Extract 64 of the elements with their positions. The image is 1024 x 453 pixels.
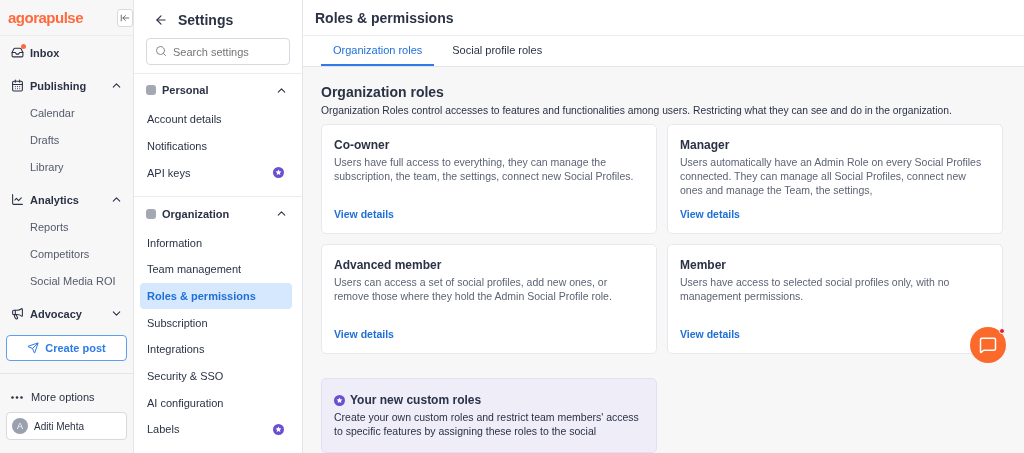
view-details-link[interactable]: View details <box>680 328 740 340</box>
megaphone-icon <box>11 307 24 320</box>
arrow-to-line-icon <box>120 12 130 23</box>
chat-icon <box>979 336 997 354</box>
dots-icon <box>11 395 23 399</box>
settings-item[interactable]: Integrations <box>140 336 292 363</box>
settings-item[interactable]: Subscription <box>140 309 292 336</box>
nav-subitem[interactable]: Social Media ROI <box>0 267 133 294</box>
nav-subitem[interactable]: Drafts <box>0 126 133 153</box>
settings-section-header[interactable]: Personal <box>134 73 302 107</box>
section-description: Organization Roles control accesses to features and functionalities among users. Restricting what they can see and do in the organization. <box>321 105 953 116</box>
calendar-icon <box>11 79 24 92</box>
user-avatar: A <box>12 418 28 434</box>
nav-item[interactable]: Advocacy <box>0 300 133 327</box>
settings-item[interactable]: Account details <box>140 106 292 133</box>
nav-subitem[interactable]: Competitors <box>0 240 133 267</box>
role-description: Users have access to selected social profiles only, with no management permissions. <box>680 275 951 304</box>
section-heading: Organization roles <box>321 84 445 100</box>
role-description: Users can access a set of social profiles, add new ones, or remove those where they hold the Admin Social Profile role. <box>334 275 613 304</box>
brand-logo: agorapulse <box>8 9 84 26</box>
send-icon <box>27 342 40 354</box>
collapse-sidebar-button[interactable] <box>117 8 133 27</box>
nav-subitem[interactable]: Library <box>0 153 133 180</box>
role-title: Co-owner <box>334 138 391 152</box>
role-title: Manager <box>680 138 731 152</box>
line-chart-icon <box>11 193 24 206</box>
user-name: Aditi Mehta <box>34 420 85 432</box>
settings-item[interactable]: API keys <box>140 159 292 186</box>
tab[interactable]: Organization roles <box>321 36 435 66</box>
nav-item[interactable]: Publishing <box>0 72 133 99</box>
search-field[interactable]: Search settings <box>146 38 290 65</box>
role-description: Users have full access to everything, they can manage the subscription, the team, the settings, connect new Social Profiles. <box>334 155 635 184</box>
nav-subitem[interactable]: Reports <box>0 213 133 240</box>
tab[interactable]: Social profile roles <box>440 36 555 66</box>
more-options-item[interactable]: More options <box>0 382 133 412</box>
view-details-link[interactable]: View details <box>334 328 394 340</box>
settings-item[interactable]: Roles & permissions <box>140 283 292 309</box>
section-icon <box>146 208 156 219</box>
settings-item[interactable]: Notifications <box>140 133 292 159</box>
settings-item[interactable]: Information <box>140 229 292 256</box>
custom-roles-description: Create your own custom roles and restrict team members' access to specific features by assigning these roles to the social <box>334 410 640 438</box>
settings-item[interactable]: Labels <box>140 416 292 443</box>
settings-item[interactable]: Team management <box>140 256 292 283</box>
star-badge-icon <box>334 394 345 406</box>
role-description: Users automatically have an Admin Role on every Social Profiles connected. They can manage all Social Profiles, connect new ones and manage the Team, the settings, <box>680 155 983 197</box>
role-title: Advanced member <box>334 258 443 272</box>
settings-item[interactable]: Security & SSO <box>140 363 292 389</box>
settings-item[interactable]: AI configuration <box>140 389 292 416</box>
page-title: Roles & permissions <box>315 9 454 26</box>
create-post-button[interactable]: Create post <box>6 335 127 361</box>
nav-subitem[interactable]: Calendar <box>0 99 133 126</box>
nav-item[interactable]: Analytics <box>0 186 133 213</box>
search-icon <box>155 45 167 57</box>
settings-section-header[interactable]: Organization <box>134 196 302 230</box>
view-details-link[interactable]: View details <box>334 208 394 220</box>
back-arrow-icon[interactable] <box>154 13 168 27</box>
custom-roles-title: Your new custom roles <box>350 393 482 407</box>
nav-item[interactable]: Inbox <box>0 39 133 66</box>
view-details-link[interactable]: View details <box>680 208 740 220</box>
section-icon <box>146 85 156 96</box>
user-profile[interactable]: A Aditi Mehta <box>6 412 127 440</box>
role-title: Member <box>680 258 727 272</box>
settings-title: Settings <box>178 12 234 28</box>
inbox-icon <box>11 46 24 59</box>
